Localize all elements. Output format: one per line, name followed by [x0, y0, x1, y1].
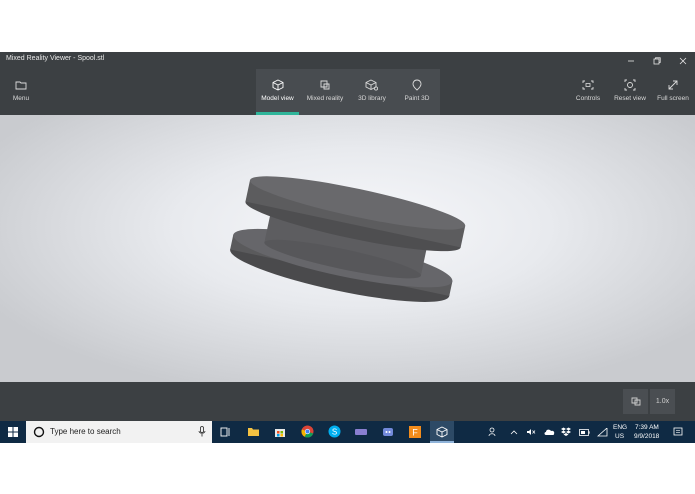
menu-label: Menu: [12, 95, 30, 102]
close-icon: [679, 57, 687, 65]
discord-icon: [383, 428, 393, 436]
microphone-icon[interactable]: [198, 426, 206, 437]
dropbox-icon: [561, 427, 571, 436]
chrome-button[interactable]: [296, 421, 318, 443]
cortana-icon: [33, 426, 45, 438]
mixed-reality-icon: [631, 397, 640, 406]
tab-mixed-reality[interactable]: Mixed reality: [302, 69, 348, 115]
windows-logo-icon: [8, 427, 18, 437]
3d-viewport[interactable]: [0, 115, 695, 382]
maximize-button[interactable]: [645, 52, 669, 69]
clock-button[interactable]: 7:39 AM 9/9/2018: [632, 421, 668, 443]
menu-button[interactable]: Menu: [4, 69, 38, 115]
task-view-button[interactable]: [214, 421, 236, 443]
title-bar: Mixed Reality Viewer - Spool.stl: [0, 52, 695, 69]
3d-library-icon: [365, 79, 378, 91]
restore-icon: [653, 57, 661, 65]
zoom-level: 1.0x: [655, 398, 670, 405]
tab-label: Paint 3D: [404, 95, 430, 102]
reset-view-label: Reset view: [614, 95, 646, 102]
svg-text:F: F: [412, 428, 418, 438]
window-title: Mixed Reality Viewer - Spool.stl: [6, 55, 105, 62]
people-button[interactable]: [486, 421, 500, 443]
region-code: US: [615, 433, 625, 440]
tab-label: Mixed reality: [306, 95, 344, 102]
cube-icon: [436, 426, 448, 438]
file-explorer-button[interactable]: [242, 421, 264, 443]
view-mode-group: Model view Mixed reality 3D library Pain…: [256, 69, 440, 115]
spool-model: [230, 176, 466, 302]
mixed-reality-toggle-button[interactable]: [623, 389, 648, 414]
volume-muted-icon: [527, 429, 536, 435]
tab-label: Model view: [261, 95, 294, 102]
mixed-reality-icon: [320, 80, 330, 90]
app-toolbar: Menu Model view Mixed reality 3D library…: [0, 69, 695, 115]
wifi-icon: [596, 427, 607, 437]
cube-icon: [272, 79, 283, 91]
skype-icon: S: [328, 425, 340, 438]
svg-text:S: S: [331, 428, 336, 437]
tab-3d-library[interactable]: 3D library: [352, 69, 392, 115]
store-button[interactable]: [269, 421, 291, 443]
full-screen-label: Full screen: [657, 95, 689, 102]
chevron-up-icon: [510, 430, 518, 435]
tab-paint-3d[interactable]: Paint 3D: [398, 69, 436, 115]
language-code: ENG: [613, 424, 628, 431]
controls-label: Controls: [575, 95, 601, 102]
reset-view-icon: [624, 79, 636, 91]
store-icon: [275, 429, 285, 437]
clock-date: 9/9/2018: [634, 433, 660, 440]
app-button[interactable]: [350, 421, 372, 443]
battery-button[interactable]: [577, 421, 591, 443]
minimize-icon: [628, 60, 634, 62]
zoom-level-button[interactable]: 1.0x: [650, 389, 675, 414]
tab-label: 3D library: [358, 95, 386, 102]
fusion-button[interactable]: F: [404, 421, 426, 443]
notifications-icon: [673, 427, 683, 436]
reset-view-button[interactable]: Reset view: [612, 69, 648, 115]
search-placeholder: Type here to search: [50, 427, 121, 436]
folder-icon: [15, 81, 27, 90]
onedrive-button[interactable]: [542, 421, 556, 443]
minimize-button[interactable]: [619, 52, 643, 69]
bottom-margin: [0, 443, 695, 494]
show-hidden-icons-button[interactable]: [508, 421, 520, 443]
top-margin: [0, 0, 695, 52]
start-button[interactable]: [2, 421, 24, 443]
fusion-icon: F: [409, 426, 421, 438]
full-screen-icon: [668, 80, 678, 90]
action-center-button[interactable]: [670, 421, 686, 443]
bottom-bar: [0, 382, 695, 421]
file-explorer-icon: [247, 428, 259, 436]
battery-icon: [578, 429, 590, 436]
skype-button[interactable]: S: [323, 421, 345, 443]
controls-button[interactable]: Controls: [570, 69, 606, 115]
dropbox-button[interactable]: [560, 421, 572, 443]
full-screen-button[interactable]: Full screen: [654, 69, 692, 115]
controls-icon: [582, 80, 594, 90]
search-box[interactable]: Type here to search: [26, 421, 212, 443]
chrome-icon: [300, 425, 313, 438]
cloud-icon: [544, 429, 554, 435]
people-icon: [488, 427, 496, 437]
close-button[interactable]: [671, 52, 695, 69]
language-button[interactable]: ENG US: [611, 421, 629, 443]
discord-button[interactable]: [377, 421, 399, 443]
app-icon: [355, 429, 367, 435]
wifi-button[interactable]: [595, 421, 609, 443]
tab-model-view[interactable]: Model view: [256, 69, 299, 115]
volume-button[interactable]: [525, 421, 537, 443]
mixed-reality-viewer-taskbar-button[interactable]: [430, 421, 454, 443]
paint-3d-icon: [412, 79, 422, 91]
task-view-icon: [220, 427, 230, 437]
clock-time: 7:39 AM: [635, 424, 659, 431]
